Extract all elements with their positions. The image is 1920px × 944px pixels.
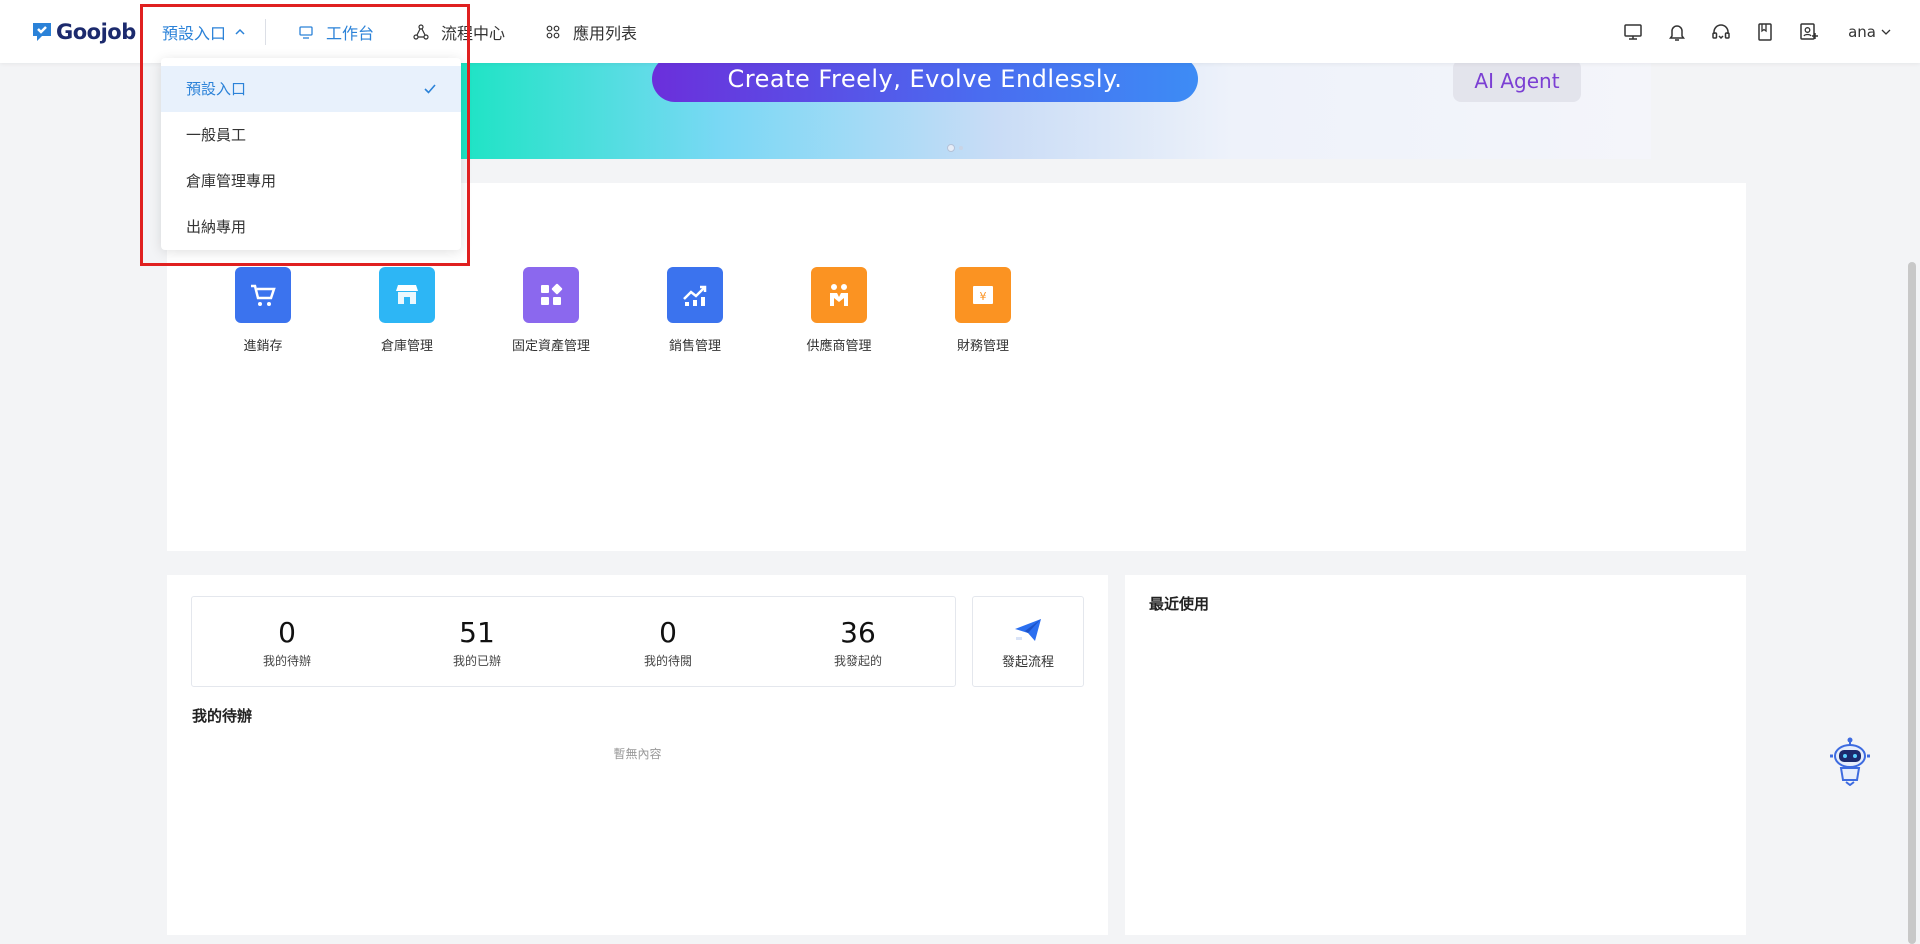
stat-my-todo[interactable]: 0 我的待辦 [212, 617, 362, 669]
nav-workbench[interactable]: 工作台 [298, 20, 374, 44]
promo-banner[interactable]: Create Freely, Evolve Endlessly. AI Agen… [460, 52, 1651, 159]
stat-my-done-label: 我的已辦 [452, 654, 501, 668]
app-warehouse[interactable]: 倉庫管理 [352, 267, 462, 354]
stat-my-done-value: 51 [459, 616, 495, 649]
app-sales-label: 銷售管理 [668, 339, 721, 354]
headset-icon[interactable] [1710, 21, 1732, 43]
apps-grid-icon [546, 25, 560, 39]
chevron-down-icon [1881, 29, 1891, 35]
page-scrollbar[interactable] [1908, 262, 1916, 944]
banner-dot-2[interactable] [959, 146, 963, 150]
stat-my-done[interactable]: 51 我的已辦 [402, 617, 552, 669]
app-finance[interactable]: ¥ 財務管理 [928, 267, 1038, 354]
stat-my-todo-value: 0 [278, 616, 296, 649]
app-sales[interactable]: 銷售管理 [640, 267, 750, 354]
banner-pagination [947, 144, 967, 152]
user-name: ana [1848, 23, 1876, 41]
brand-name: Goojob [56, 20, 136, 44]
monitor-icon [299, 26, 313, 39]
dropdown-item-label: 倉庫管理專用 [186, 172, 277, 190]
cart-icon [235, 267, 291, 323]
app-warehouse-label: 倉庫管理 [380, 339, 433, 354]
dropdown-item-warehouse[interactable]: 倉庫管理專用 [161, 158, 461, 204]
top-bar: Goojob 預設入口 工作台 流程中心 應用列表 ana [0, 0, 1920, 63]
robot-assistant-icon[interactable] [1826, 736, 1874, 786]
nav-divider [265, 19, 266, 45]
chevron-up-icon [235, 28, 245, 35]
dropdown-item-cashier[interactable]: 出納專用 [161, 204, 461, 250]
bell-icon[interactable] [1666, 21, 1688, 43]
dropdown-item-default-entry[interactable]: 預設入口 [161, 66, 461, 112]
svg-text:¥: ¥ [980, 290, 987, 303]
todo-card: 0 我的待辦 51 我的已辦 0 我的待閱 36 我發起的 發起流程 我的待辦 … [167, 575, 1108, 935]
banner-ai-agent-badge: AI Agent [1453, 60, 1581, 102]
workflow-icon [413, 24, 429, 40]
stat-my-to-read-value: 0 [659, 616, 677, 649]
handshake-icon [811, 267, 867, 323]
paper-plane-icon [1015, 619, 1041, 641]
empty-state-text: 暫無內容 [613, 747, 662, 761]
nav-workbench-label: 工作台 [326, 24, 375, 43]
stat-my-to-read-label: 我的待閱 [643, 654, 692, 668]
brand-logo[interactable]: Goojob [30, 18, 136, 46]
stat-my-to-read[interactable]: 0 我的待閱 [593, 617, 743, 669]
stat-my-initiated[interactable]: 36 我發起的 [783, 617, 933, 669]
my-todo-title: 我的待辦 [192, 707, 253, 725]
header-tools: ana [1600, 18, 1892, 46]
launch-process-button[interactable]: 發起流程 [972, 596, 1084, 687]
blocks-icon [523, 267, 579, 323]
banner-dot-1[interactable] [947, 144, 955, 152]
entry-dropdown: 預設入口 一般員工 倉庫管理專用 出納專用 [161, 58, 461, 250]
stat-my-todo-label: 我的待辦 [262, 654, 311, 668]
store-icon [379, 267, 435, 323]
nav-app-list-label: 應用列表 [573, 24, 638, 43]
growth-chart-icon [667, 267, 723, 323]
book-icon[interactable] [1754, 21, 1776, 43]
app-inventory-label: 進銷存 [243, 339, 283, 354]
desktop-icon[interactable] [1622, 21, 1644, 43]
entry-selector[interactable]: 預設入口 [162, 20, 246, 44]
check-icon [424, 84, 436, 94]
nav-app-list[interactable]: 應用列表 [545, 20, 637, 44]
app-supplier-label: 供應商管理 [806, 339, 872, 354]
app-finance-label: 財務管理 [956, 339, 1009, 354]
dropdown-item-label: 出納專用 [186, 218, 247, 236]
stat-my-initiated-value: 36 [840, 616, 876, 649]
contact-icon[interactable] [1798, 21, 1820, 43]
app-fixed-assets-label: 固定資產管理 [511, 339, 590, 354]
app-supplier[interactable]: 供應商管理 [784, 267, 894, 354]
yuan-icon: ¥ [955, 267, 1011, 323]
launch-process-label: 發起流程 [1001, 655, 1054, 670]
stat-my-initiated-label: 我發起的 [833, 654, 882, 668]
logo-mark-icon [33, 23, 51, 41]
nav-process-center-label: 流程中心 [441, 24, 506, 43]
todo-stats: 0 我的待辦 51 我的已辦 0 我的待閱 36 我發起的 [191, 596, 956, 687]
user-menu[interactable]: ana [1848, 23, 1892, 41]
app-fixed-assets[interactable]: 固定資產管理 [496, 267, 606, 354]
nav-process-center[interactable]: 流程中心 [413, 20, 505, 44]
app-inventory[interactable]: 進銷存 [208, 267, 318, 354]
recent-title: 最近使用 [1149, 595, 1210, 613]
dropdown-item-general-staff[interactable]: 一般員工 [161, 112, 461, 158]
dropdown-item-label: 預設入口 [186, 80, 247, 98]
dropdown-item-label: 一般員工 [186, 126, 247, 144]
recent-card: 最近使用 [1125, 575, 1746, 935]
entry-selector-label: 預設入口 [162, 24, 227, 43]
